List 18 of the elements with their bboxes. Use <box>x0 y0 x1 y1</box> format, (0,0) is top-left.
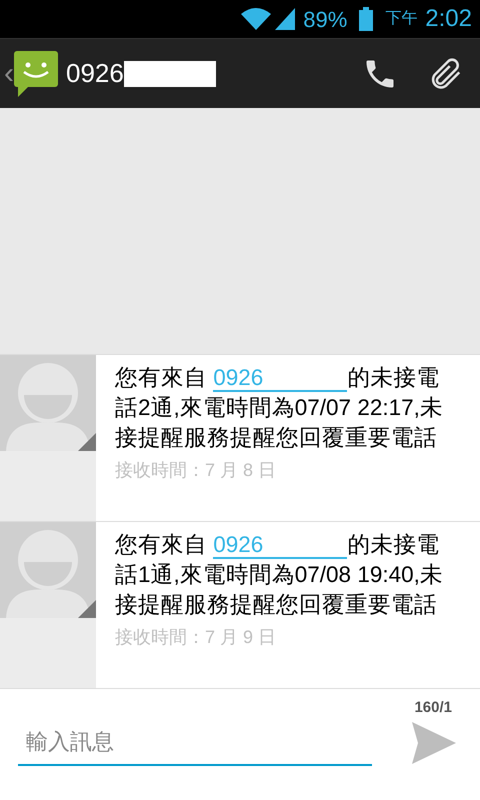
message-input-field[interactable]: 輸入訊息 <box>18 720 372 766</box>
send-icon <box>412 722 456 764</box>
time-period: 下午 <box>385 9 418 29</box>
character-counter: 160/1 <box>414 698 452 718</box>
battery-icon <box>359 7 374 31</box>
phone-link[interactable]: 0926 <box>213 366 348 392</box>
phone-link[interactable]: 0926 <box>213 533 348 559</box>
received-time: 接收時間：7 月 9 日 <box>115 626 278 649</box>
clock: 2:02 <box>425 4 472 34</box>
signal-icon <box>275 8 296 30</box>
contact-number: 0926 <box>66 57 124 90</box>
battery-percent: 89% <box>303 6 348 34</box>
message-text: 您有來自 0926 的未接電話2通,來電時間為07/07 22:17,未接提醒服務提醒您回覆重要電話 <box>115 364 444 452</box>
message-text: 您有來自 0926 的未接電話1通,來電時間為07/08 19:40,未接提醒服務提醒您回覆重要電話 <box>115 531 444 619</box>
messaging-app-icon <box>14 50 58 96</box>
received-time: 接收時間：7 月 8 日 <box>115 459 278 482</box>
wifi-icon <box>241 8 272 30</box>
back-button[interactable]: ‹ <box>0 39 58 108</box>
